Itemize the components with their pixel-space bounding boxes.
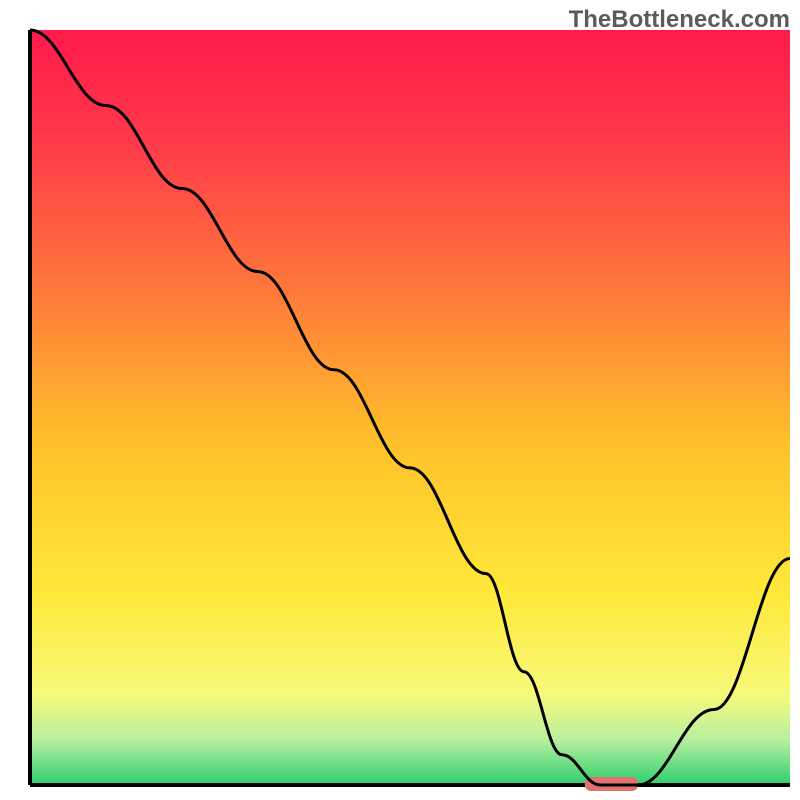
chart-container: TheBottleneck.com: [0, 0, 800, 800]
watermark-text: TheBottleneck.com: [569, 6, 790, 34]
bottleneck-chart: [0, 0, 800, 800]
plot-background: [30, 30, 790, 785]
